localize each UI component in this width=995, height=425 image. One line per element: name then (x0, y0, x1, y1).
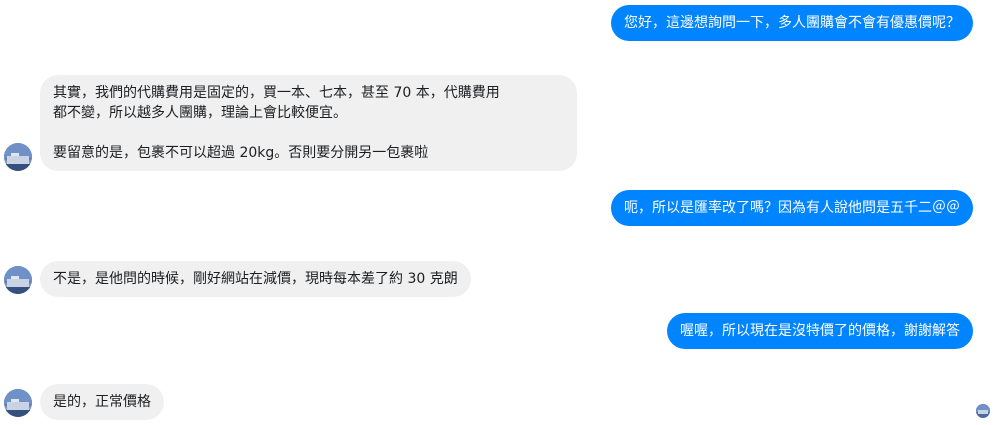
message-text-line-2: 都不變，所以越多人團購，理論上會比較便宜。 (53, 105, 347, 121)
contact-avatar[interactable] (4, 389, 32, 417)
outgoing-message-2: 呃，所以是匯率改了嗎？因為有人說他問是五千二＠＠ (611, 190, 973, 226)
message-text-line-1: 其實，我們的代購費用是固定的，買一本、七本，甚至 70 本，代購費用 (53, 85, 500, 101)
outgoing-message-1: 您好，這邊想詢問一下，多人團購會不會有優惠價呢？ (611, 5, 973, 41)
message-text: 不是，是他問的時候，剛好網站在減價，現時每本差了約 30 克朗 (53, 271, 458, 287)
incoming-message-2: 不是，是他問的時候，剛好網站在減價，現時每本差了約 30 克朗 (40, 261, 471, 297)
message-text: 您好，這邊想詢問一下，多人團購會不會有優惠價呢？ (624, 15, 960, 31)
message-text-line-3: 要留意的是，包裹不可以超過 20kg。否則要分開另一包裹啦 (53, 145, 429, 161)
outgoing-message-3: 喔喔，所以現在是沒特價了的價格，謝謝解答 (667, 313, 973, 349)
seen-indicator-avatar (976, 404, 990, 418)
message-text: 是的，正常價格 (53, 394, 151, 410)
incoming-message-3: 是的，正常價格 (40, 384, 164, 420)
message-text: 喔喔，所以現在是沒特價了的價格，謝謝解答 (680, 323, 960, 339)
contact-avatar[interactable] (4, 143, 32, 171)
contact-avatar[interactable] (4, 266, 32, 294)
incoming-message-1: 其實，我們的代購費用是固定的，買一本、七本，甚至 70 本，代購費用 都不變，所… (40, 75, 577, 171)
message-text: 呃，所以是匯率改了嗎？因為有人說他問是五千二＠＠ (624, 200, 960, 216)
